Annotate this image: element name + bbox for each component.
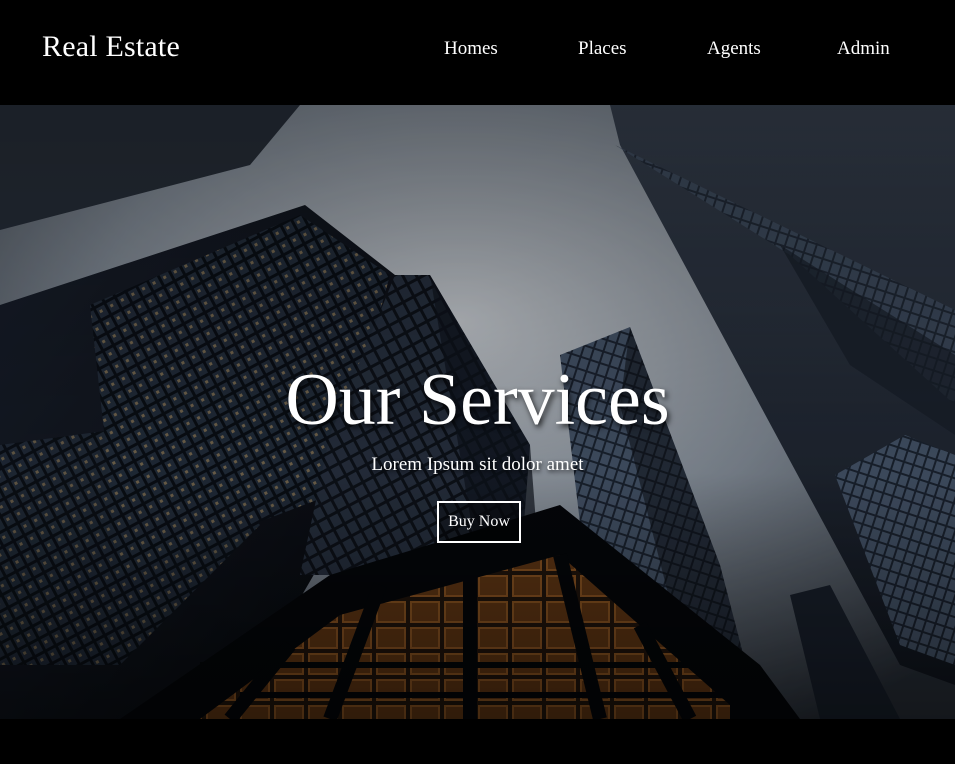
buy-now-button[interactable]: Buy Now — [437, 501, 521, 543]
hero-title: Our Services — [285, 359, 670, 441]
nav-link-agents[interactable]: Agents — [707, 38, 761, 60]
hero-subtitle: Lorem Ipsum sit dolor amet — [371, 454, 584, 475]
nav-link-homes[interactable]: Homes — [444, 38, 498, 60]
site-header: Real Estate Homes Places Agents Admin — [0, 0, 955, 105]
hero-section: Our Services Lorem Ipsum sit dolor amet … — [0, 105, 955, 719]
footer-strip — [0, 719, 955, 764]
page: Real Estate Homes Places Agents Admin Ou… — [0, 0, 955, 764]
nav-link-places[interactable]: Places — [578, 38, 627, 60]
main-nav: Homes Places Agents Admin — [0, 38, 955, 66]
nav-link-admin[interactable]: Admin — [837, 38, 890, 60]
